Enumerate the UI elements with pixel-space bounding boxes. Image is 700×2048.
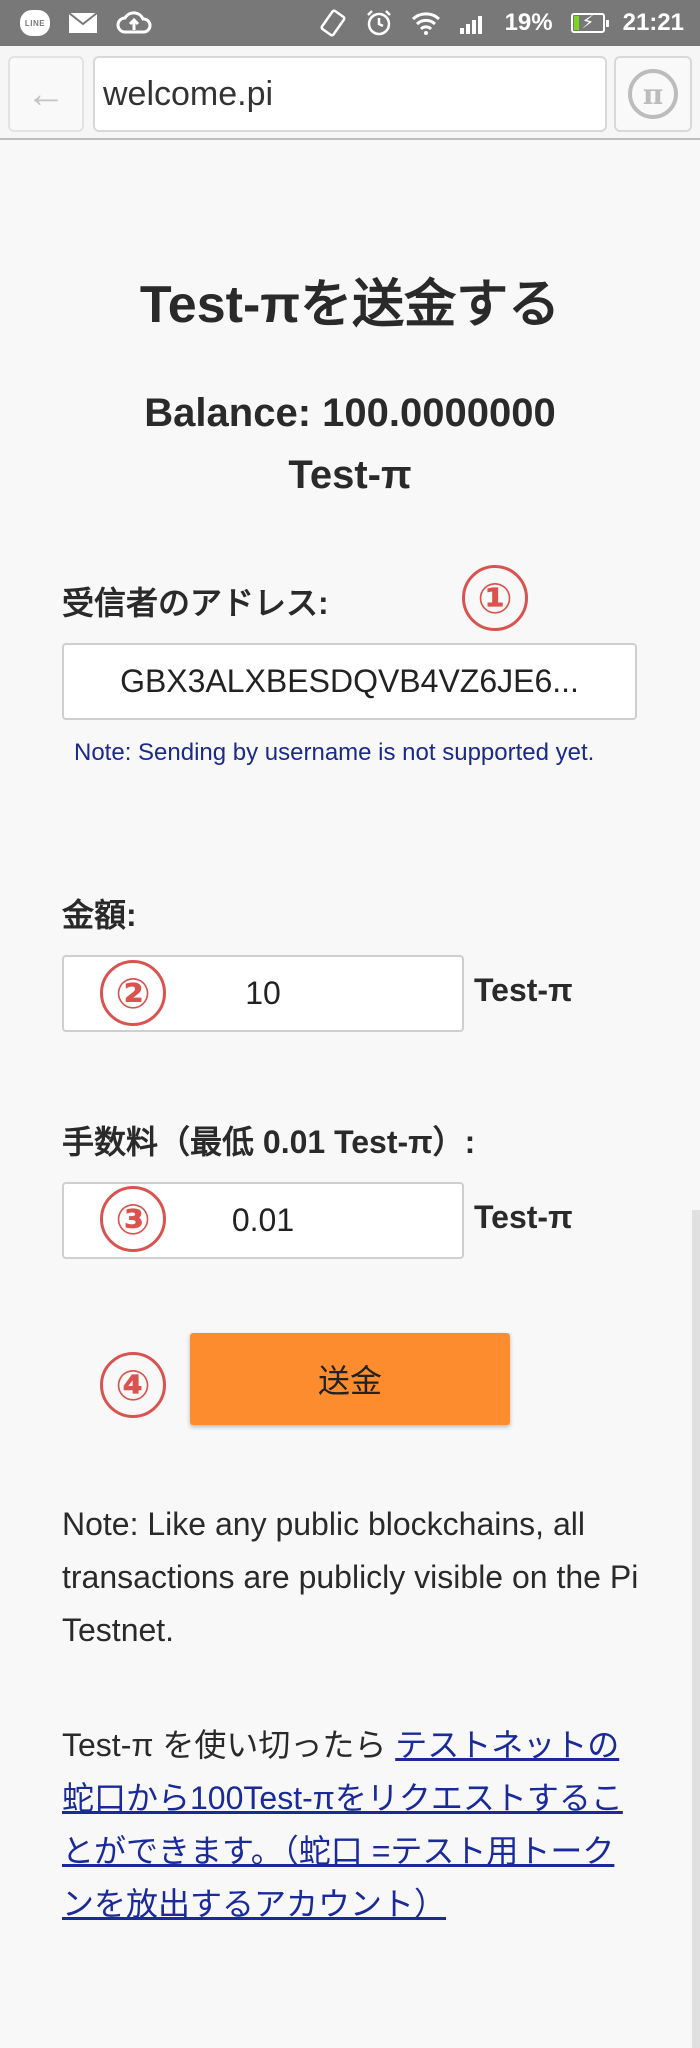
cloud-upload-icon: [116, 10, 152, 36]
marker-4: ④: [100, 1352, 166, 1418]
signal-icon: [459, 12, 487, 34]
pi-icon: π: [628, 69, 678, 119]
url-bar[interactable]: welcome.pi: [93, 56, 607, 132]
amount-label: 金額:: [62, 897, 137, 933]
faucet-paragraph: Test-π を使い切ったら テストネットの蛇口から100Test-πをリクエス…: [62, 1719, 642, 1931]
marker-2: ②: [100, 960, 166, 1026]
recipient-address-input[interactable]: GBX3ALXBESDQVB4VZ6JE6...: [62, 643, 637, 720]
recipient-label: 受信者のアドレス:: [62, 585, 329, 621]
clock: 21:21: [622, 9, 684, 36]
username-note: Note: Sending by username is not support…: [74, 739, 595, 766]
battery-fill: [573, 16, 580, 30]
send-button[interactable]: 送金: [190, 1333, 510, 1425]
back-arrow-icon: ←: [26, 71, 66, 116]
wifi-icon: [411, 11, 441, 35]
mail-icon: [68, 12, 98, 34]
status-bar: LINE 19% ⚡ 21:21: [0, 0, 700, 46]
vibrate-icon: [319, 9, 347, 37]
balance-display: Balance: 100.0000000 Test-π: [100, 382, 600, 506]
back-button[interactable]: ←: [8, 56, 84, 132]
balance-amount: Balance: 100.0000000: [144, 391, 556, 435]
status-right-icons: 19% ⚡ 21:21: [319, 9, 684, 37]
marker-1: ①: [462, 565, 528, 631]
bolt-icon: ⚡: [581, 12, 595, 32]
battery-percent: 19%: [504, 9, 553, 36]
fee-unit: Test-π: [474, 1199, 573, 1235]
browser-bar: ← welcome.pi π: [0, 46, 700, 140]
url-text: welcome.pi: [103, 74, 274, 113]
balance-unit: Test-π: [288, 453, 412, 497]
line-app-icon: LINE: [20, 10, 50, 36]
faucet-prefix: Test-π を使い切ったら: [62, 1727, 396, 1763]
marker-3: ③: [100, 1186, 166, 1252]
public-visibility-note: Note: Like any public blockchains, all t…: [62, 1506, 639, 1648]
fee-label: 手数料（最低 0.01 Test-π）:: [62, 1124, 476, 1160]
scrollbar[interactable]: [692, 1210, 700, 2048]
pi-menu-button[interactable]: π: [614, 56, 692, 132]
page-title: Test-πを送金する: [139, 276, 561, 334]
battery-charging-icon: ⚡: [570, 12, 609, 33]
amount-unit: Test-π: [474, 972, 573, 1008]
alarm-icon: [365, 9, 393, 37]
status-left-icons: LINE: [20, 10, 152, 36]
